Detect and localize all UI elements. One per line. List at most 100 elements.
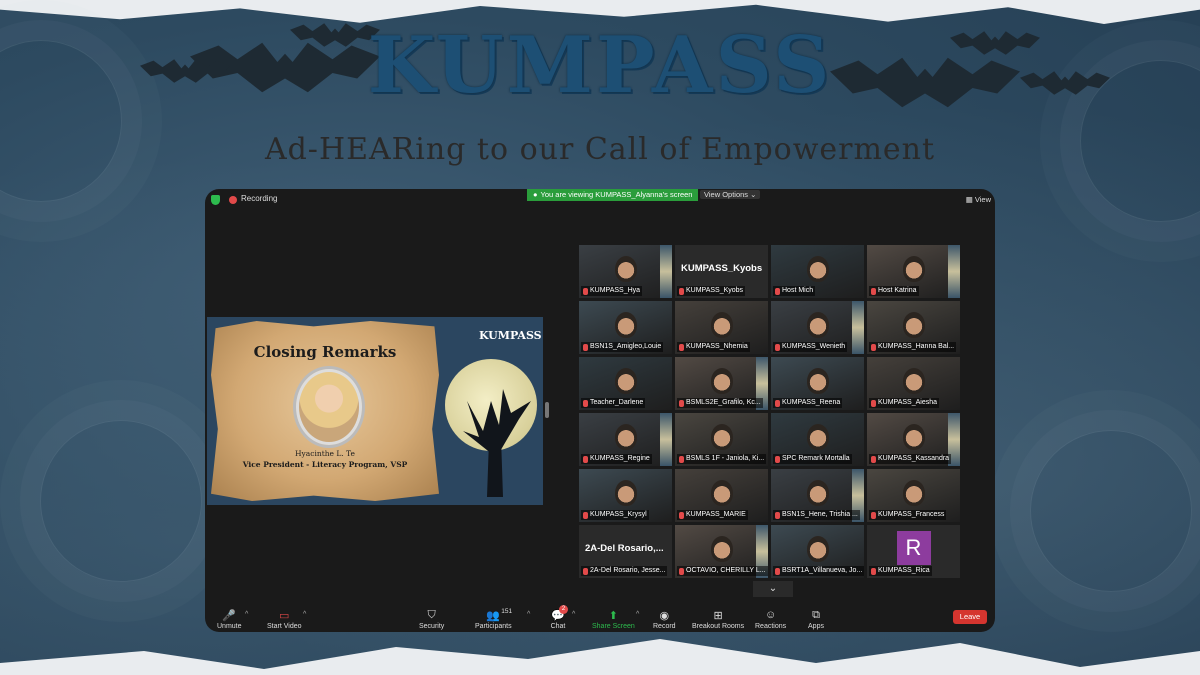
unmute-button[interactable]: 🎤 Unmute: [217, 608, 242, 631]
speaker-role: Vice President - Literacy Program, VSP: [242, 460, 408, 469]
view-options-button[interactable]: View Options ⌄: [700, 190, 761, 199]
start-video-label: Start Video: [267, 623, 302, 630]
apps-button[interactable]: ⧉ Apps: [808, 608, 824, 631]
muted-mic-icon: [679, 455, 684, 463]
participant-tile[interactable]: KUMPASS_Francess: [867, 469, 960, 522]
parchment-panel: Closing Remarks Hyacinthe L. Te Vice Pre…: [211, 321, 439, 501]
reactions-button[interactable]: ☺ Reactions: [755, 608, 786, 630]
muted-mic-icon: [583, 287, 588, 295]
participant-face: [902, 311, 925, 338]
participant-face: [806, 535, 829, 562]
participant-face: [806, 367, 829, 394]
grid-icon: ▦: [965, 195, 973, 204]
participant-name-label: KUMPASS_Hanna Bal...: [869, 342, 957, 352]
breakout-rooms-button[interactable]: ⊞ Breakout Rooms: [692, 608, 744, 631]
participant-tile[interactable]: KUMPASS_Nhemia: [675, 301, 768, 354]
participant-name-label: KUMPASS_Francess: [869, 510, 947, 520]
view-button[interactable]: ▦ View: [966, 195, 991, 204]
participant-name-label: BSMLS2E_Grafilo, Kc...: [677, 398, 763, 408]
participant-face: [806, 479, 829, 506]
participant-name: BSN1S_Amigleo,Louie: [590, 343, 662, 350]
participant-name-label: BSRT1A_Villanueva, Jo...: [773, 566, 864, 576]
participant-tile[interactable]: KUMPASS_Reena: [771, 357, 864, 410]
participant-name-label: BSMLS 1F - Janiola, Ki...: [677, 454, 767, 464]
participant-tile[interactable]: BSN1S_Amigleo,Louie: [579, 301, 672, 354]
chat-badge: 2: [559, 605, 568, 614]
participant-face: [806, 423, 829, 450]
muted-mic-icon: [775, 343, 780, 351]
participant-tile[interactable]: KUMPASS_Wenieth: [771, 301, 864, 354]
participant-tile[interactable]: BSMLS 1F - Janiola, Ki...: [675, 413, 768, 466]
shared-screen-slide: Closing Remarks Hyacinthe L. Te Vice Pre…: [207, 317, 543, 505]
shield-icon[interactable]: [211, 195, 220, 205]
video-off-icon: ▭: [279, 609, 290, 622]
muted-mic-icon: [679, 567, 684, 575]
share-screen-label: Share Screen: [592, 623, 635, 630]
start-video-button[interactable]: ▭ Start Video: [267, 608, 302, 631]
chat-button[interactable]: 💬 2 Chat: [550, 605, 568, 630]
participants-icon: 👥 151: [486, 608, 513, 622]
participant-avatar: R: [896, 531, 931, 565]
meeting-toolbar: 🎤 Unmute ^ ▭ Start Video ^ ⛉ Security 👥 1…: [205, 602, 995, 632]
participant-name: KUMPASS_Kassandra: [878, 455, 950, 462]
muted-mic-icon: [871, 455, 876, 463]
participant-tile[interactable]: KUMPASS_Hanna Bal...: [867, 301, 960, 354]
participant-tile[interactable]: KUMPASS_Kyobs KUMPASS_Kyobs: [675, 245, 768, 298]
recording-label[interactable]: Recording: [241, 194, 277, 203]
participant-tile[interactable]: 2A-Del Rosario,... 2A-Del Rosario, Jesse.…: [579, 525, 672, 578]
leave-button[interactable]: Leave: [953, 610, 987, 624]
microphone-muted-icon: 🎤: [222, 609, 237, 622]
participants-button[interactable]: 👥 151 Participants: [475, 608, 512, 630]
participant-tile[interactable]: KUMPASS_Aiesha: [867, 357, 960, 410]
security-label: Security: [419, 623, 445, 630]
participant-face: [614, 255, 637, 282]
participant-tile[interactable]: Host Katrina: [867, 245, 960, 298]
participant-tile[interactable]: SPC Remark Mortalla: [771, 413, 864, 466]
participant-tile[interactable]: Host Mich: [771, 245, 864, 298]
participant-name-label: KUMPASS_Wenieth: [773, 342, 848, 352]
video-options-caret-icon[interactable]: ^: [303, 611, 306, 618]
participant-tile[interactable]: KUMPASS_MARIE: [675, 469, 768, 522]
audio-options-caret-icon[interactable]: ^: [245, 611, 248, 618]
participant-tile[interactable]: BSRT1A_Villanueva, Jo...: [771, 525, 864, 578]
muted-mic-icon: [679, 399, 684, 407]
participant-name: KUMPASS_MARIE: [686, 511, 746, 518]
slide-brand: KUMPASS: [479, 329, 542, 342]
screen-share-banner: ● You are viewing KUMPASS_Alyanna's scre…: [527, 189, 699, 201]
muted-mic-icon: [775, 399, 780, 407]
participant-tile[interactable]: BSMLS2E_Grafilo, Kc...: [675, 357, 768, 410]
view-label: View: [974, 195, 991, 204]
participant-tile[interactable]: R KUMPASS_Rica: [867, 525, 960, 578]
security-button[interactable]: ⛉ Security: [419, 608, 445, 631]
participant-tile[interactable]: KUMPASS_Regine: [579, 413, 672, 466]
muted-mic-icon: [871, 511, 876, 519]
split-handle[interactable]: [545, 402, 549, 418]
participant-tile[interactable]: Teacher_Darlene: [579, 357, 672, 410]
muted-mic-icon: [871, 343, 876, 351]
participant-tile[interactable]: KUMPASS_Krysyl: [579, 469, 672, 522]
unmute-label: Unmute: [217, 623, 242, 630]
participant-name: KUMPASS_Krysyl: [590, 511, 647, 518]
muted-mic-icon: [775, 287, 780, 295]
share-screen-button[interactable]: ⬆ Share Screen: [592, 608, 635, 631]
participant-tile[interactable]: BSN1S_Hene, Trishia ...: [771, 469, 864, 522]
share-caret-icon[interactable]: ^: [636, 611, 639, 618]
chat-caret-icon[interactable]: ^: [572, 611, 575, 618]
screen-share-label: You are viewing KUMPASS_Alyanna's screen: [540, 190, 693, 199]
muted-mic-icon: [871, 287, 876, 295]
screen-share-icon: ●: [533, 190, 538, 199]
participant-tile[interactable]: OCTAVIO, CHERILLY L...: [675, 525, 768, 578]
participant-tile[interactable]: KUMPASS_Kassandra: [867, 413, 960, 466]
participant-name: 2A-Del Rosario, Jesse...: [590, 567, 666, 574]
participants-caret-icon[interactable]: ^: [527, 611, 530, 618]
muted-mic-icon: [679, 287, 684, 295]
participant-name-label: Teacher_Darlene: [581, 398, 646, 408]
participant-face: [710, 423, 733, 450]
participant-face: [806, 255, 829, 282]
slide-title: Closing Remarks: [253, 343, 397, 361]
participant-name: KUMPASS_Hanna Bal...: [878, 343, 955, 350]
participant-tile[interactable]: KUMPASS_Hya: [579, 245, 672, 298]
chevron-down-icon[interactable]: ⌄: [753, 581, 793, 597]
muted-mic-icon: [583, 511, 588, 519]
record-button[interactable]: ◉ Record: [653, 608, 676, 631]
